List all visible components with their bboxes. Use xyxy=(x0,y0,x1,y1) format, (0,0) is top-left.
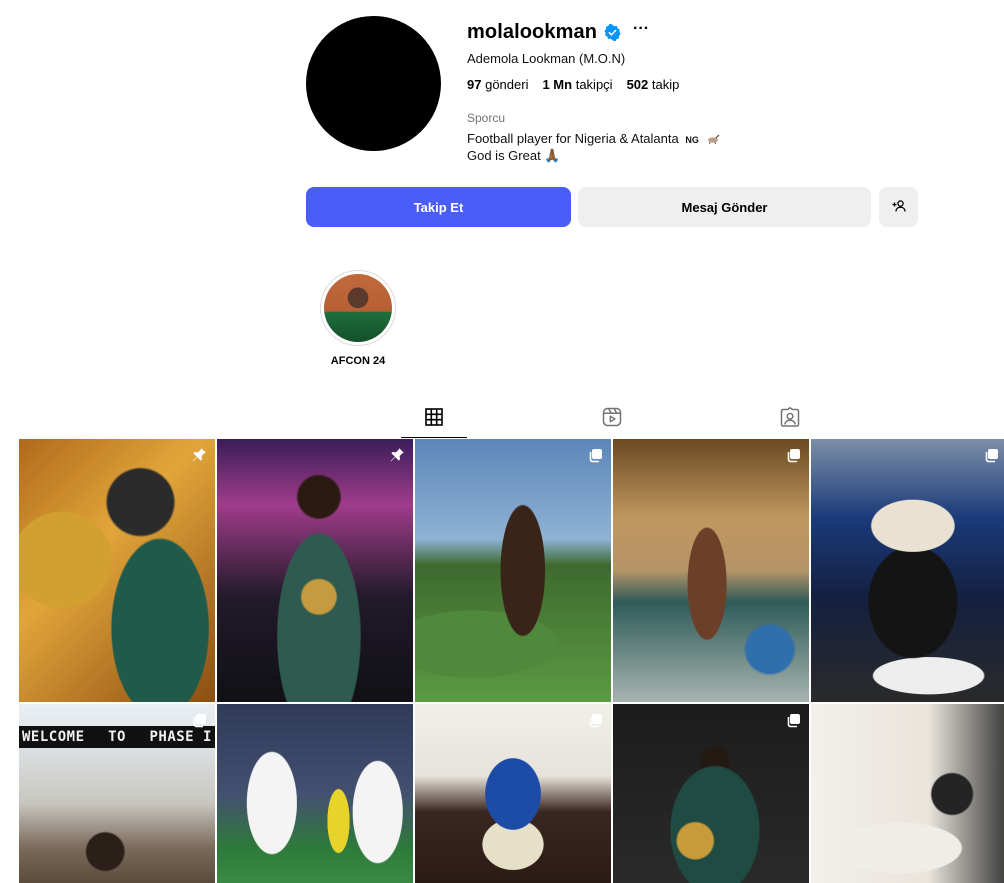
sign-text-right: PHASE I xyxy=(149,729,212,745)
highlight-label: AFCON 24 xyxy=(330,355,386,367)
follow-button[interactable]: Takip Et xyxy=(306,187,571,227)
tab-reels[interactable] xyxy=(579,401,645,438)
profile-avatar[interactable] xyxy=(306,16,441,151)
username-row: molalookman ··· xyxy=(467,18,720,46)
post-tile[interactable] xyxy=(613,704,809,883)
profile-stats: 97 gönderi 1 Mn takipçi 502 takip xyxy=(467,77,720,92)
sign-text-left: WELCOME xyxy=(22,729,85,745)
post-tile[interactable] xyxy=(613,439,809,702)
posts-count-label: gönderi xyxy=(485,77,529,92)
post-tile[interactable]: WELCOME TO PHASE I xyxy=(19,704,215,883)
bio-line-2: God is Great 🙏🏾 xyxy=(467,148,561,163)
profile-category: Sporcu xyxy=(467,111,506,125)
tagged-icon xyxy=(780,407,800,432)
suggested-accounts-button[interactable] xyxy=(879,187,918,227)
following-link[interactable]: 502 takip xyxy=(627,77,680,92)
post-tile[interactable] xyxy=(217,704,413,883)
carousel-icon xyxy=(785,712,801,728)
followers-count-value: 1 Mn xyxy=(542,77,573,92)
username: molalookman xyxy=(467,20,598,43)
welcome-sign: WELCOME TO PHASE I xyxy=(19,726,215,748)
post-tile[interactable] xyxy=(811,704,1004,883)
post-tile[interactable] xyxy=(811,439,1004,702)
post-tile[interactable] xyxy=(415,704,611,883)
carousel-icon xyxy=(587,712,603,728)
followers-count-label: takipçi xyxy=(575,77,613,92)
grid-icon xyxy=(425,407,443,431)
highlight-cover xyxy=(324,274,392,342)
post-tile[interactable] xyxy=(415,439,611,702)
post-tile[interactable] xyxy=(19,439,215,702)
goat-icon xyxy=(706,132,720,148)
bio-line-1-text: Football player for Nigeria & Atalanta xyxy=(467,131,679,146)
story-highlight-afcon[interactable]: AFCON 24 xyxy=(320,270,396,367)
highlight-ring xyxy=(320,270,396,346)
following-count-value: 502 xyxy=(626,77,649,92)
bio-line-1: Football player for Nigeria & Atalanta N… xyxy=(467,131,720,148)
pin-icon xyxy=(191,447,207,463)
tab-posts[interactable] xyxy=(401,401,467,438)
carousel-icon xyxy=(983,447,999,463)
profile-bio: Football player for Nigeria & Atalanta N… xyxy=(467,131,720,164)
more-options-button[interactable]: ··· xyxy=(633,21,649,40)
profile-page: molalookman ··· Ademola Lookman (M.O.N) … xyxy=(0,0,1004,883)
tab-tagged[interactable] xyxy=(757,401,823,438)
message-button[interactable]: Mesaj Gönder xyxy=(578,187,871,227)
nigeria-flag-icon: NG xyxy=(685,135,699,145)
profile-info: molalookman ··· Ademola Lookman (M.O.N) … xyxy=(467,18,720,164)
full-name: Ademola Lookman (M.O.N) xyxy=(467,51,626,66)
carousel-icon xyxy=(191,712,207,728)
pin-icon xyxy=(389,447,405,463)
posts-count-value: 97 xyxy=(467,77,482,92)
posts-grid: WELCOME TO PHASE I xyxy=(19,439,1004,883)
person-add-icon xyxy=(892,199,906,215)
following-count-label: takip xyxy=(651,77,680,92)
reels-icon xyxy=(602,407,622,432)
verified-badge-icon xyxy=(604,23,621,41)
carousel-icon xyxy=(587,447,603,463)
carousel-icon xyxy=(785,447,801,463)
post-tile[interactable] xyxy=(217,439,413,702)
posts-count: 97 gönderi xyxy=(467,77,528,92)
profile-tabs xyxy=(0,401,1004,439)
followers-link[interactable]: 1 Mn takipçi xyxy=(542,77,612,92)
sign-text-mid: TO xyxy=(108,729,126,745)
